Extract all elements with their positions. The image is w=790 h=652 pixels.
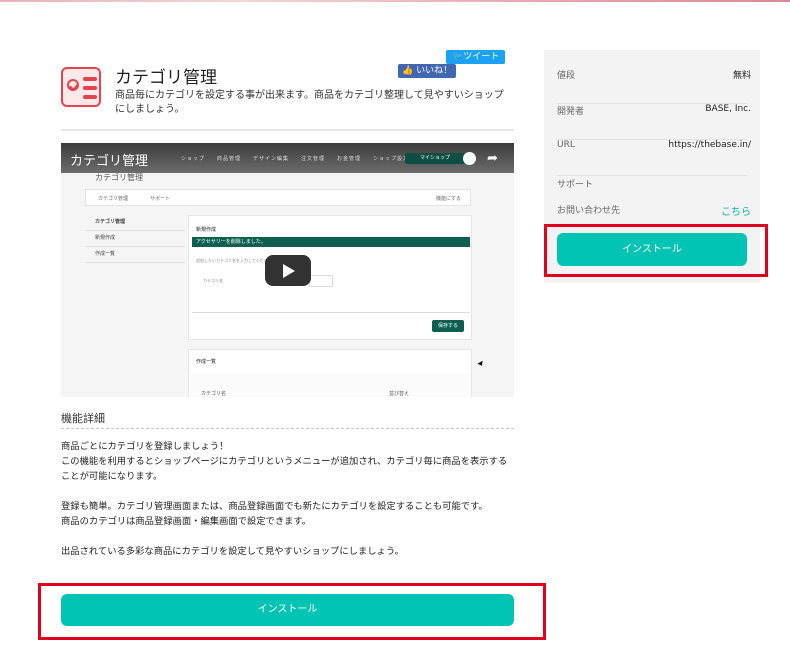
app-title: カテゴリ管理 bbox=[115, 68, 217, 88]
video-tabs: カテゴリ管理 サポート 機能にする bbox=[85, 189, 471, 206]
header-divider bbox=[61, 129, 514, 131]
share-icon[interactable]: ➦ bbox=[487, 151, 498, 166]
install-button[interactable]: インストール bbox=[61, 594, 514, 626]
developer-row: 開発者 BASE, Inc. bbox=[557, 104, 751, 140]
thumbs-up-icon: 👍 bbox=[402, 66, 414, 76]
contact-link[interactable]: こちら bbox=[721, 203, 751, 218]
side-install-button[interactable]: インストール bbox=[557, 233, 747, 266]
video-list-panel: 作成一覧 カテゴリ名 並び替え bbox=[188, 349, 472, 397]
twitter-bird-icon: 🐦 bbox=[452, 52, 464, 62]
detail-divider bbox=[61, 428, 514, 429]
video-side-menu: カテゴリ管理 新規作成 作成一覧 bbox=[85, 215, 185, 285]
detail-body: 商品ごとにカテゴリを登録しましょう！ この機能を利用するとショップページにカテゴリ… bbox=[61, 441, 508, 557]
play-icon[interactable] bbox=[265, 255, 311, 286]
video-my-shop: マイショップ bbox=[405, 153, 465, 164]
video-nav: ショップ 商品管理 デザイン編集 注文管理 お金管理 ショップ設定 Apps bbox=[181, 156, 438, 162]
mouse-cursor-icon bbox=[477, 360, 485, 368]
tweet-button[interactable]: 🐦ツイート bbox=[446, 50, 506, 64]
video-page-heading: カテゴリ管理 bbox=[95, 173, 143, 182]
url-row: URL https://thebase.in/ bbox=[557, 140, 751, 176]
video-create-panel: 新規作成 アクセサリーを削除しました。 追加したいカテゴリ名を入力してください … bbox=[188, 215, 472, 340]
watch-later-icon[interactable] bbox=[463, 152, 476, 165]
price-row: 値段 無料 bbox=[557, 68, 751, 104]
contact-row: お問い合わせ先 こちら bbox=[557, 203, 751, 218]
support-label: サポート bbox=[557, 180, 594, 190]
like-button[interactable]: 👍 いいね！ bbox=[398, 64, 457, 78]
top-accent-line bbox=[0, 0, 790, 2]
category-app-icon bbox=[61, 67, 101, 107]
video-title[interactable]: カテゴリ管理 bbox=[70, 150, 148, 169]
detail-heading: 機能詳細 bbox=[61, 412, 105, 425]
app-description: 商品毎にカテゴリを設定する事が出来ます。商品をカテゴリ整理して見やすいショップに… bbox=[115, 90, 504, 115]
video-player[interactable]: カテゴリ管理 カテゴリ管理 サポート 機能にする カテゴリ管理 新規作成 作成一… bbox=[61, 143, 514, 397]
